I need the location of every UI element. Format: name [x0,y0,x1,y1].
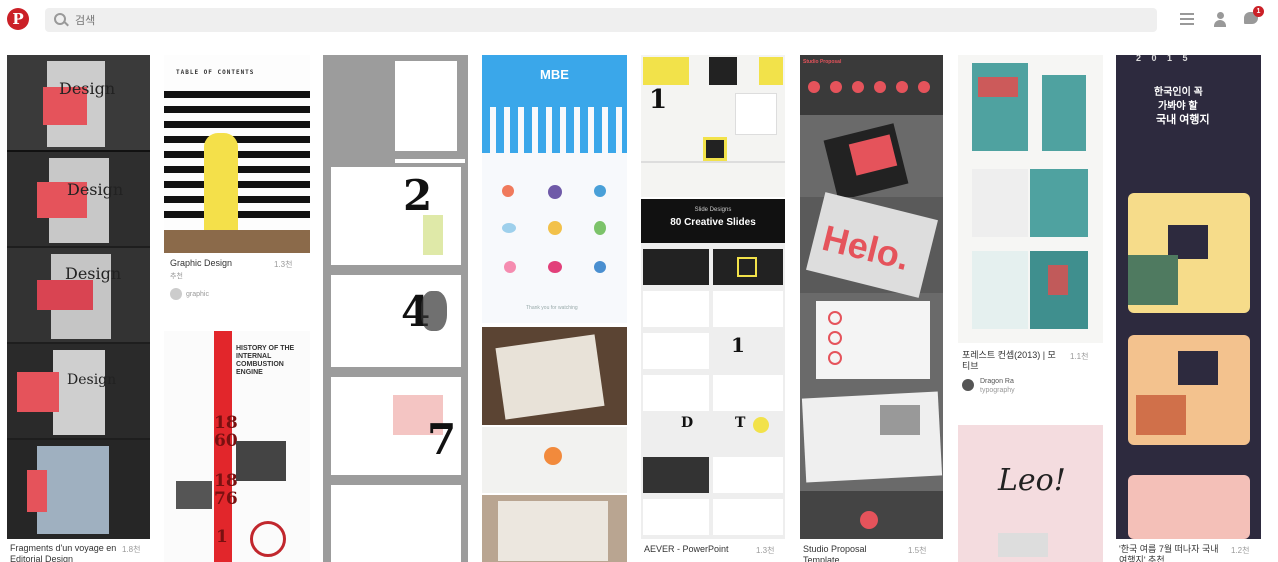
pin-card[interactable]: Studio Proposal Helo. Studio Proposal Te… [800,55,943,562]
search-input[interactable] [73,11,677,31]
user-name[interactable]: graphic [186,291,209,298]
year-label: 1 [216,527,228,547]
cover-word: Design [59,79,116,98]
pin-image[interactable]: Slide Designs 80 Creative Slides 1 D T [641,199,785,539]
pin-image[interactable] [482,495,627,562]
pin-image[interactable]: Leo! [958,425,1103,562]
year-label: 2 0 1 5 [1136,55,1192,63]
footer-text: Thank you for watching [526,305,578,311]
cover-word: Design [67,372,117,388]
pin-image[interactable]: 2 0 1 5 한국인이 꼭 가봐야 할 국내 여행지 [1116,55,1261,539]
pin-title[interactable]: 포레스트 컨셉(2013) | 모티브 [962,350,1062,372]
profile-icon[interactable] [1213,12,1227,28]
save-count: 1.1천 [1070,352,1089,361]
slide-banner-top: Slide Designs [694,207,732,213]
notification-badge: 1 [1253,6,1264,17]
pin-card[interactable]: TABLE OF CONTENTS Graphic Design 추천 1.3천… [164,55,311,562]
proposal-heading: Studio Proposal [803,59,842,65]
year-label: 76 [214,489,238,509]
save-count: 1.2천 [1231,546,1250,555]
heading-line: 가봐야 할 [1158,101,1198,112]
avatar[interactable] [962,379,974,391]
pin-image[interactable]: MBE Thank you for watching [482,55,627,323]
avatar[interactable] [170,288,182,300]
heading-line: 국내 여행지 [1156,114,1210,126]
user-name[interactable]: Dragon Ra [980,378,1014,385]
page-number: 2 [403,171,433,220]
pin-card[interactable]: 2 0 1 5 한국인이 꼭 가봐야 할 국내 여행지 '한국 여름 7월 떠나… [1116,55,1261,562]
year-label: 18 [214,413,238,433]
leo-script: Leo! [998,463,1066,498]
pin-title[interactable]: '한국 여름 7월 떠나자 국내 여행지' 추천 [1119,544,1221,562]
pin-image[interactable] [482,427,627,493]
poster-title: History of the Internal Combustion Engin… [236,345,295,376]
heading-line: 한국인이 꼭 [1154,87,1203,98]
pin-title[interactable]: Studio Proposal Template [803,544,903,562]
pin-subtitle: 추천 [170,273,183,280]
save-count: 1.3천 [274,260,293,269]
pin-image[interactable] [482,327,627,425]
top-bar: P 1 [0,0,1278,44]
pin-image[interactable]: 2 4 7 [323,55,468,562]
pin-image[interactable] [958,55,1103,343]
toc-label: TABLE OF CONTENTS [176,69,255,76]
pin-card[interactable]: Design Design Design Design Fragments d'… [7,55,150,562]
save-count: 1.3천 [756,546,775,555]
slide-number: 1 [731,333,745,357]
pin-image[interactable]: 1 [641,55,785,197]
menu-icon[interactable] [1180,13,1194,25]
cover-word: Design [67,180,124,199]
pin-card[interactable]: 2 4 7 [323,55,468,562]
pin-card[interactable]: 1 Slide Designs 80 Creative Slides 1 D T… [641,55,785,562]
search-icon [54,13,66,25]
cover-word: Design [65,264,122,283]
pin-image[interactable]: Design Design Design Design [7,55,150,539]
user-subtitle: typography [980,387,1015,394]
pin-card[interactable]: MBE Thank you for watching [482,55,627,562]
pin-title[interactable]: Fragments d'un voyage en Editorial Desig… [10,543,120,562]
pin-image[interactable]: TABLE OF CONTENTS [164,55,310,253]
year-label: 60 [214,431,238,451]
pin-image[interactable]: Studio Proposal Helo. [800,55,943,539]
save-count: 1.5천 [908,546,927,555]
search-bar[interactable] [45,8,1157,32]
slide-number: 1 [649,85,668,115]
pinterest-logo-icon[interactable]: P [7,8,29,30]
save-count: 1.8천 [122,545,141,554]
pin-title[interactable]: Graphic Design [170,258,232,269]
pin-card[interactable]: 포레스트 컨셉(2013) | 모티브 1.1천 Dragon Ra typog… [958,55,1103,562]
slide-banner: 80 Creative Slides [670,217,756,228]
page-number: 7 [427,415,457,464]
year-label: 18 [214,471,238,491]
brand-title: MBE [540,67,569,82]
pin-title[interactable]: AEVER - PowerPoint [644,544,744,555]
pin-image[interactable]: History of the Internal Combustion Engin… [164,331,310,562]
slide-number: D [681,415,694,431]
slide-number: T [735,415,746,431]
